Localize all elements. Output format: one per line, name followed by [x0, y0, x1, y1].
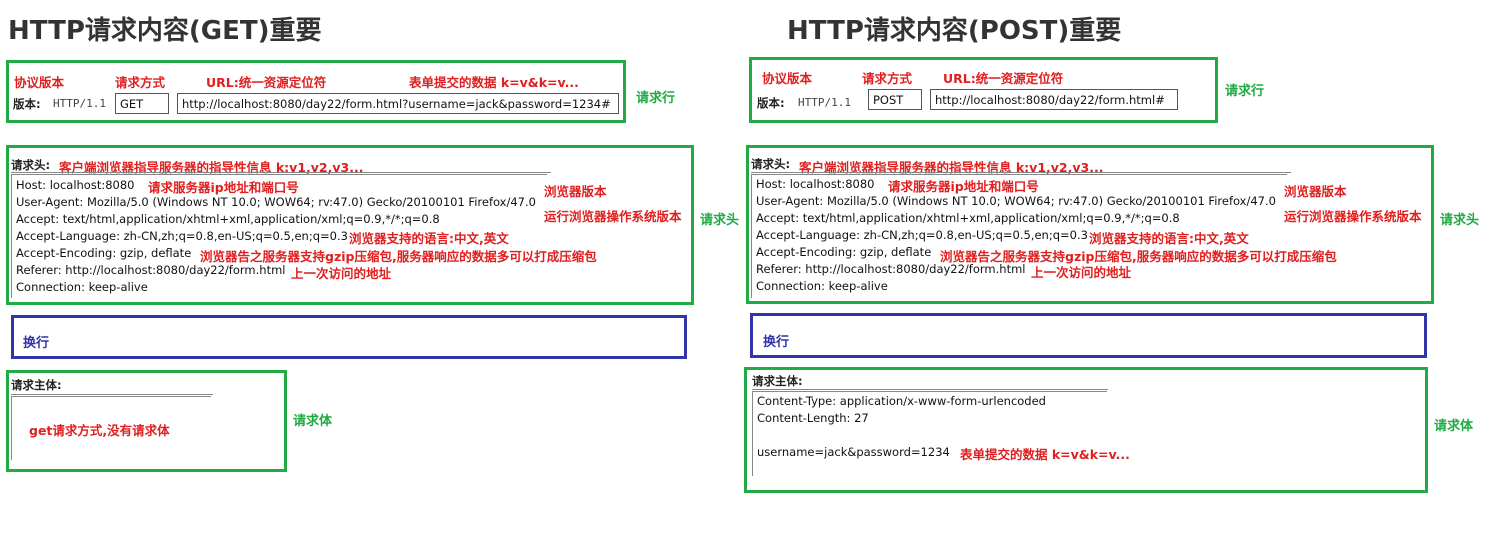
get-label-form: 表单提交的数据 k=v&k=v... [409, 75, 579, 90]
get-body-label: 请求体 [293, 414, 333, 429]
get-headers-rule [11, 172, 551, 173]
get-version-prefix: 版本: [13, 97, 41, 111]
post-newline-label: 换行 [763, 335, 790, 350]
get-url-field[interactable]: http://localhost:8080/day22/form.html?us… [177, 93, 619, 114]
post-note-encoding: 浏览器告之服务器支持gzip压缩包,服务器响应的数据多可以打成压缩包 [940, 249, 1337, 264]
post-headers-label: 请求头 [1440, 213, 1480, 228]
post-note-language: 浏览器支持的语言:中文,英文 [1089, 231, 1249, 246]
get-label-method: 请求方式 [115, 75, 166, 90]
post-url-field[interactable]: http://localhost:8080/day22/form.html# [930, 89, 1178, 110]
post-note-browser-version: 浏览器版本 [1284, 184, 1347, 199]
post-body-caption: 请求主体: [752, 374, 803, 388]
get-note-os-version: 运行浏览器操作系统版本 [544, 209, 682, 224]
post-note-host: 请求服务器ip地址和端口号 [888, 179, 1039, 194]
get-headers-label: 请求头 [700, 213, 740, 228]
post-method-field[interactable]: POST [868, 89, 922, 110]
get-body-caption: 请求主体: [11, 378, 62, 392]
post-title: HTTP请求内容(POST)重要 [787, 16, 1122, 46]
get-note-language: 浏览器支持的语言:中文,英文 [349, 231, 509, 246]
get-header-line: Connection: keep-alive [16, 280, 148, 294]
post-body-label: 请求体 [1434, 419, 1474, 434]
post-label-version: 协议版本 [762, 71, 813, 86]
get-version-value: HTTP/1.1 [53, 97, 106, 110]
post-header-line: Connection: keep-alive [756, 279, 888, 293]
get-newline-label: 换行 [23, 336, 50, 351]
post-label-method: 请求方式 [862, 71, 913, 86]
get-headers-caption: 请求头: [11, 158, 51, 172]
post-header-line: Accept: text/html,application/xhtml+xml,… [756, 211, 1180, 225]
get-body-note: get请求方式,没有请求体 [29, 423, 170, 438]
get-note-encoding: 浏览器告之服务器支持gzip压缩包,服务器响应的数据多可以打成压缩包 [200, 249, 597, 264]
post-body-note: 表单提交的数据 k=v&k=v... [960, 447, 1130, 462]
post-body-line [757, 427, 1046, 444]
get-label-url: URL:统一资源定位符 [206, 75, 327, 90]
post-note-os-version: 运行浏览器操作系统版本 [1284, 209, 1422, 224]
get-newline-box [11, 315, 687, 359]
post-body-line: Content-Length: 27 [757, 411, 869, 425]
get-label-version: 协议版本 [14, 75, 65, 90]
post-version-prefix: 版本: [757, 96, 785, 110]
get-body-rule [11, 394, 213, 395]
post-label-url: URL:统一资源定位符 [943, 71, 1064, 86]
get-title: HTTP请求内容(GET)重要 [8, 16, 322, 46]
get-header-line: User-Agent: Mozilla/5.0 (Windows NT 10.0… [16, 195, 536, 209]
post-headers-caption: 请求头: [751, 157, 791, 171]
get-note-browser-version: 浏览器版本 [544, 184, 607, 199]
get-note-host: 请求服务器ip地址和端口号 [148, 180, 299, 195]
post-headers-rule [751, 172, 1291, 173]
post-note-referer: 上一次访问的地址 [1031, 265, 1132, 280]
post-version-value: HTTP/1.1 [798, 96, 851, 109]
post-newline-box [750, 313, 1427, 358]
post-body-area[interactable]: Content-Type: application/x-www-form-url… [752, 391, 1107, 476]
get-method-field[interactable]: GET [115, 93, 169, 114]
get-request-line-label: 请求行 [636, 91, 676, 106]
post-body-rule [752, 389, 1108, 390]
post-body-line: Content-Type: application/x-www-form-url… [757, 394, 1046, 408]
get-header-line: Accept: text/html,application/xhtml+xml,… [16, 212, 440, 226]
post-header-line: User-Agent: Mozilla/5.0 (Windows NT 10.0… [756, 194, 1276, 208]
get-note-referer: 上一次访问的地址 [291, 266, 392, 281]
post-request-line-label: 请求行 [1225, 84, 1265, 99]
